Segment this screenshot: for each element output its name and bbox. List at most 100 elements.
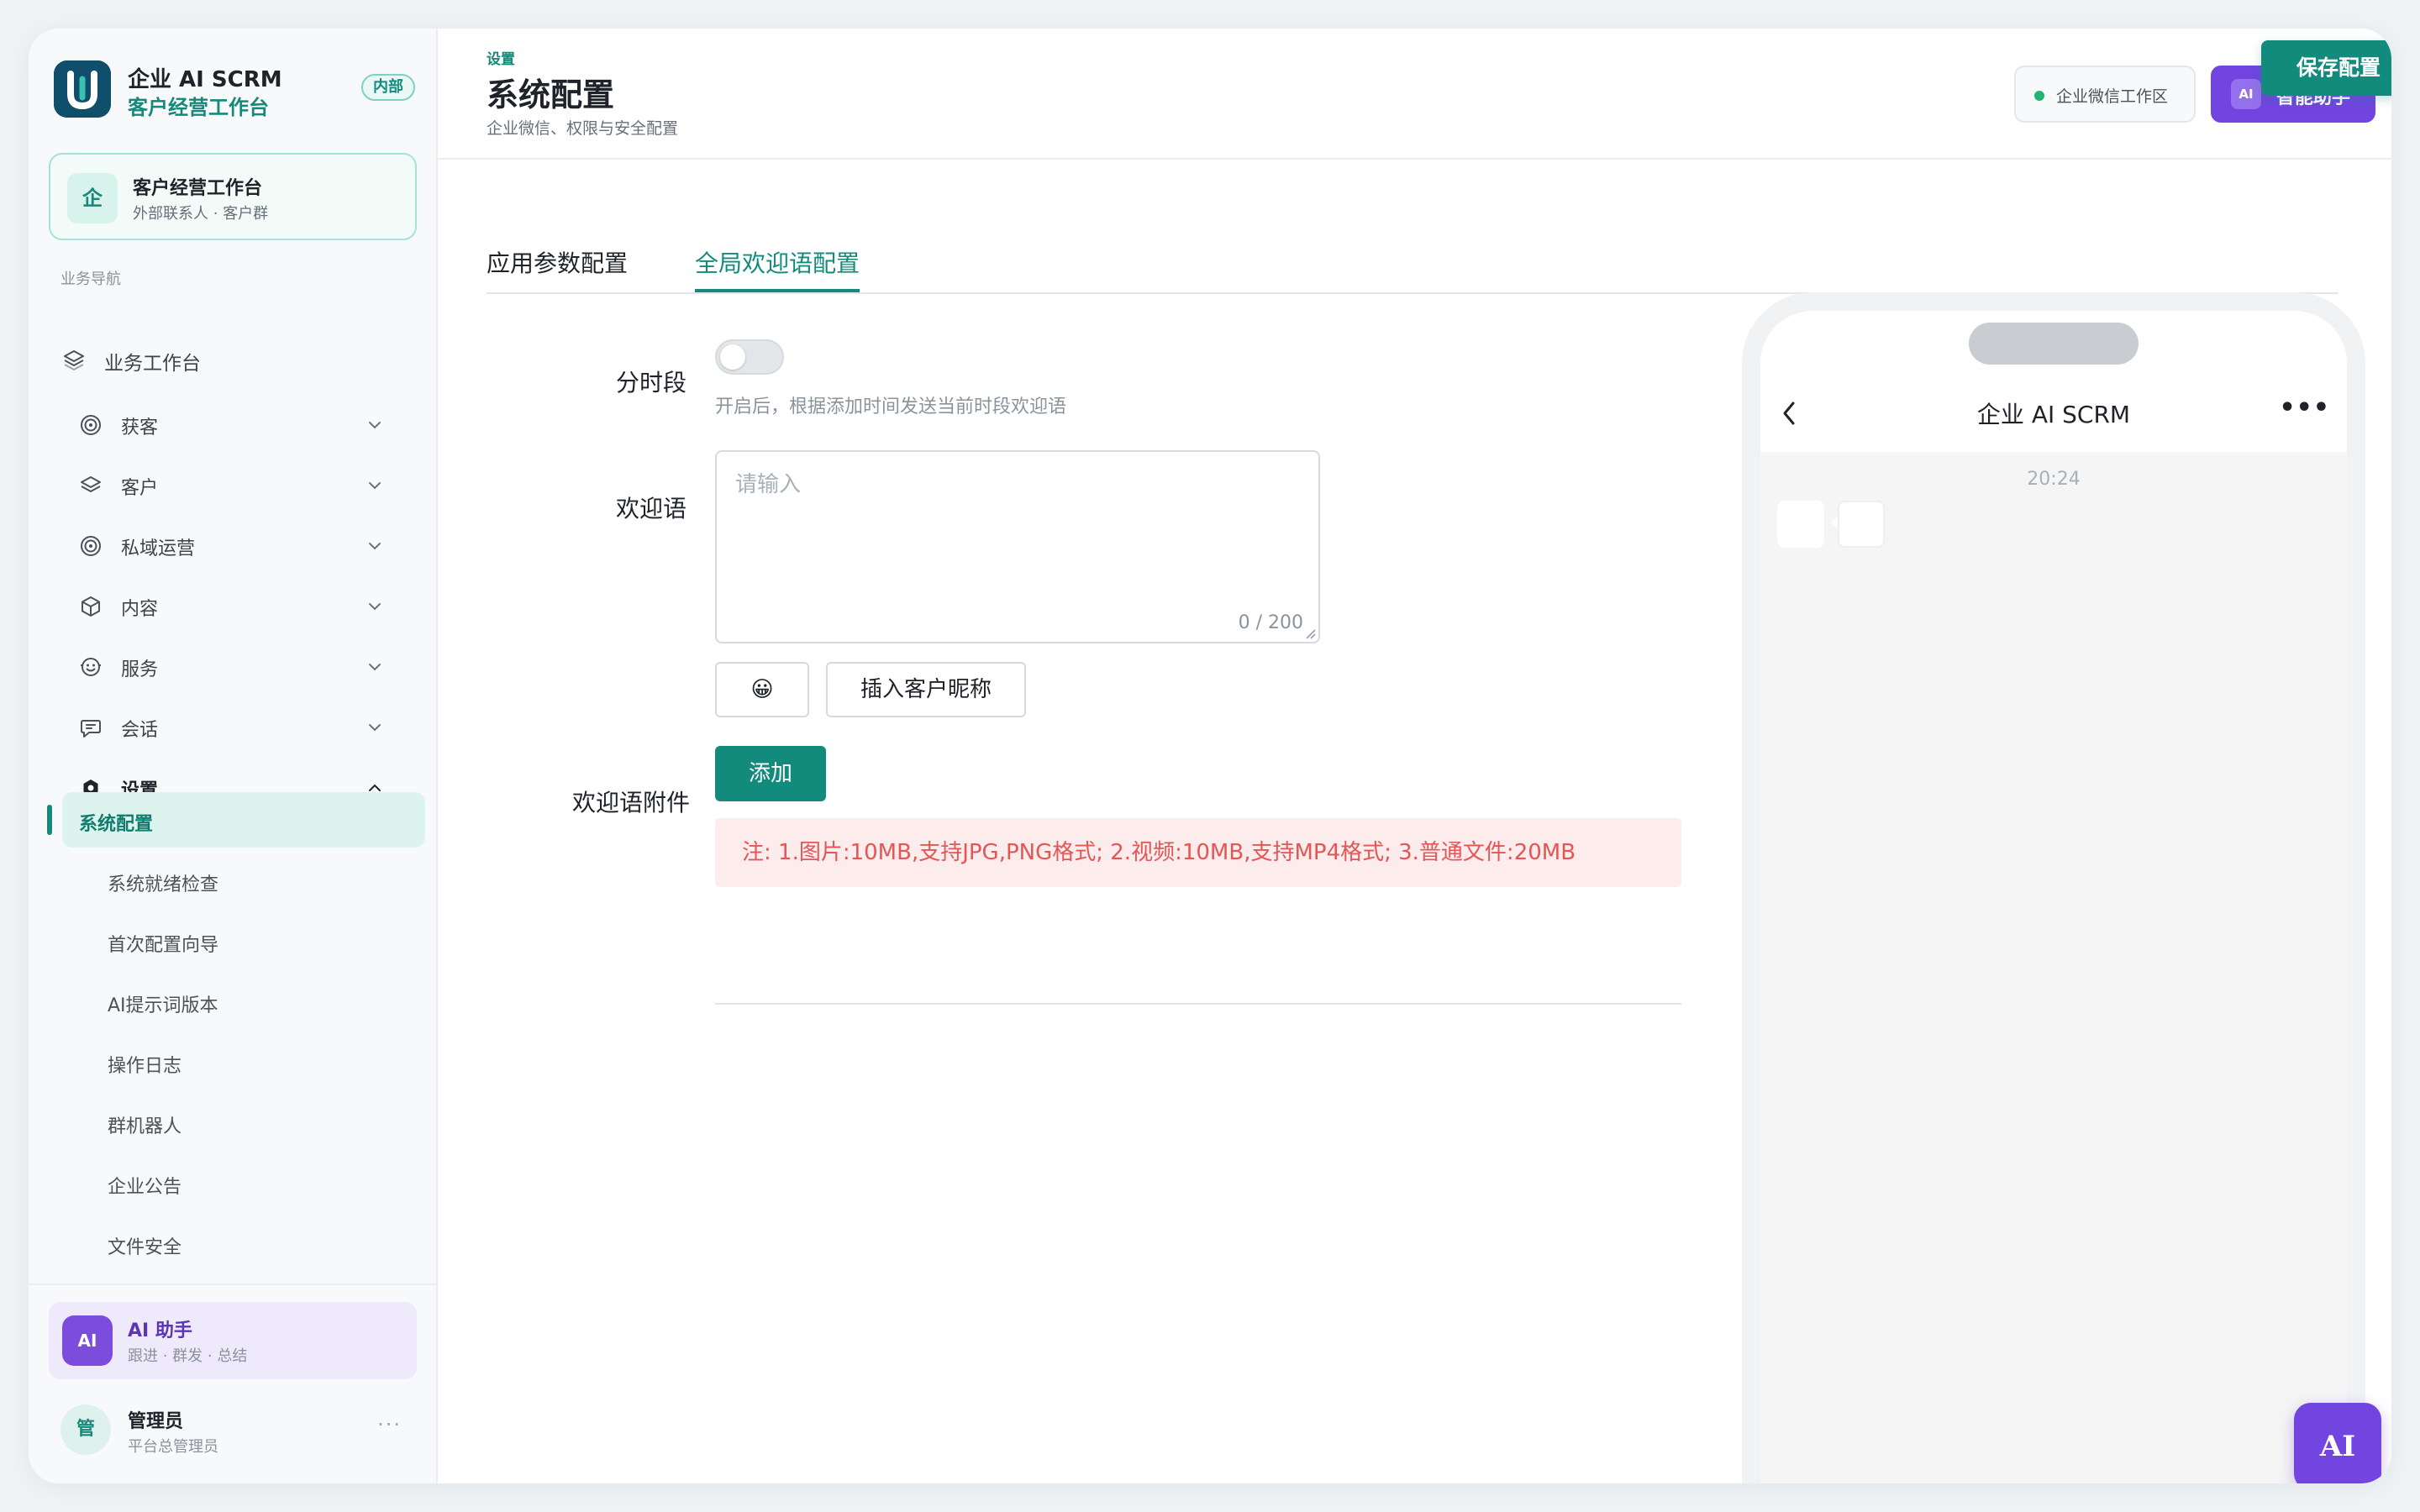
- add-attachment-button[interactable]: 添加: [715, 746, 826, 801]
- save-config-button[interactable]: 保存配置: [2261, 40, 2391, 96]
- emoji-button[interactable]: 😀: [715, 662, 809, 717]
- time-split-hint: 开启后，根据添加时间发送当前时段欢迎语: [715, 396, 1067, 417]
- cube-icon: [82, 596, 100, 617]
- workspace-card[interactable]: 企 客户经营工作台 外部联系人 · 客户群: [49, 153, 417, 240]
- nav-item-label: 服务: [121, 659, 159, 680]
- brand-title: 企业 AI SCRM: [128, 67, 282, 92]
- subnav-item-label: AI提示词版本: [108, 995, 218, 1016]
- insert-nickname-button[interactable]: 插入客户昵称: [826, 662, 1026, 717]
- page-header: 设置 系统配置 企业微信、权限与安全配置 企业微信工作区 AI 智能助手 保存配…: [438, 29, 2391, 160]
- more-icon[interactable]: •••: [2279, 393, 2330, 423]
- page-title: 系统配置: [487, 76, 615, 113]
- nav-item-service[interactable]: 服务: [62, 643, 415, 690]
- toggle-knob: [720, 344, 745, 370]
- ai-card-title: AI 助手: [128, 1320, 192, 1341]
- subnav-item-label: 首次配置向导: [108, 935, 219, 956]
- phone-preview: 企业 AI SCRM ••• 20:24: [1742, 292, 2365, 1483]
- ai-icon: AI: [2231, 79, 2261, 109]
- nav-item-label: 业务工作台: [104, 353, 201, 375]
- subnav-item-system-config[interactable]: 系统配置: [62, 792, 425, 848]
- subnav-item-announcements[interactable]: 企业公告: [62, 1155, 425, 1210]
- nav-item-label: 客户: [121, 478, 159, 499]
- avatar: 管: [60, 1404, 111, 1455]
- welcome-label: 欢迎语: [615, 495, 687, 522]
- smile-icon: [81, 658, 101, 676]
- char-counter: 0 / 200: [1238, 612, 1303, 633]
- subnav-item-file-security[interactable]: 文件安全: [62, 1215, 425, 1271]
- welcome-textarea[interactable]: 请输入 0 / 200: [715, 450, 1320, 643]
- nav-item-conversation[interactable]: 会话: [62, 704, 415, 751]
- nav-caption: 业务导航: [60, 270, 121, 288]
- workspace-pill-label: 企业微信工作区: [2056, 87, 2169, 106]
- chevron-down-icon: [369, 482, 381, 490]
- user-profile[interactable]: 管 管理员 平台总管理员 ···: [49, 1394, 417, 1462]
- chat-avatar: [1777, 501, 1824, 548]
- ai-assistant-card[interactable]: AI AI 助手 跟进 · 群发 · 总结: [49, 1302, 417, 1379]
- target-icon: [81, 536, 101, 556]
- tab-app-params[interactable]: 应用参数配置: [487, 245, 628, 292]
- chevron-down-icon: [369, 664, 381, 671]
- main-content: 设置 系统配置 企业微信、权限与安全配置 企业微信工作区 AI 智能助手 保存配…: [438, 29, 2391, 1483]
- tab-welcome-message[interactable]: 全局欢迎语配置: [695, 245, 860, 292]
- chevron-down-icon: [369, 543, 381, 550]
- form-divider: [715, 1003, 1681, 1005]
- chevron-down-icon: [369, 724, 381, 732]
- chat-timestamp: 20:24: [2027, 469, 2081, 490]
- layers-icon: [81, 476, 101, 492]
- subnav-item-operation-log[interactable]: 操作日志: [62, 1034, 425, 1089]
- phone-chat-header: 企业 AI SCRM •••: [1760, 375, 2347, 452]
- nav-item-label: 会话: [121, 720, 159, 741]
- status-dot-icon: [2034, 91, 2044, 101]
- internal-badge: 内部: [361, 74, 415, 101]
- app-window: 企业 AI SCRM 客户经营工作台 内部 企 客户经营工作台 外部联系人 · …: [29, 29, 2391, 1483]
- sidebar: 企业 AI SCRM 客户经营工作台 内部 企 客户经营工作台 外部联系人 · …: [29, 29, 438, 1483]
- subnav-item-label: 文件安全: [108, 1237, 182, 1258]
- subnav-item-label: 企业公告: [108, 1177, 182, 1198]
- chat-bubble: [1838, 501, 1885, 548]
- brand-subtitle: 客户经营工作台: [128, 96, 269, 119]
- subnav-item-readiness-check[interactable]: 系统就绪检查: [62, 853, 425, 908]
- user-role: 平台总管理员: [128, 1438, 218, 1456]
- target-icon: [81, 415, 101, 435]
- nav-item-label: 内容: [121, 599, 159, 620]
- subnav-item-group-robot[interactable]: 群机器人: [62, 1095, 425, 1150]
- nav-item-acquisition[interactable]: 获客: [62, 402, 415, 449]
- phone-chat-body: 20:24: [1760, 452, 2347, 1483]
- ai-icon: AI: [62, 1315, 113, 1366]
- more-icon[interactable]: ···: [377, 1413, 402, 1436]
- resize-grip-icon[interactable]: [1303, 627, 1317, 640]
- ai-floating-button[interactable]: AI: [2294, 1403, 2381, 1483]
- active-indicator: [47, 805, 52, 835]
- nav-item-customer[interactable]: 客户: [62, 462, 415, 509]
- subnav-item-label: 系统就绪检查: [108, 874, 219, 895]
- chevron-down-icon: [369, 422, 381, 429]
- attachment-note: 注: 1.图片:10MB,支持JPG,PNG格式; 2.视频:10MB,支持MP…: [715, 818, 1681, 887]
- phone-notch: [1969, 323, 2139, 365]
- nav-item-content[interactable]: 内容: [62, 583, 415, 630]
- user-name: 管理员: [128, 1411, 184, 1432]
- subnav-item-label: 操作日志: [108, 1056, 182, 1077]
- workspace-subtitle: 外部联系人 · 客户群: [133, 205, 269, 223]
- phone-chat-title: 企业 AI SCRM: [1976, 401, 2131, 428]
- nav-item-workbench[interactable]: 业务工作台: [62, 336, 415, 383]
- page-subtitle: 企业微信、权限与安全配置: [487, 119, 679, 138]
- subnav-item-setup-wizard[interactable]: 首次配置向导: [62, 913, 425, 969]
- subnav-item-ai-prompt-versions[interactable]: AI提示词版本: [62, 974, 425, 1029]
- nav-item-label: 获客: [121, 417, 159, 438]
- workspace-title: 客户经营工作台: [133, 178, 263, 199]
- time-split-toggle[interactable]: [715, 339, 784, 375]
- welcome-placeholder: 请输入: [735, 472, 802, 497]
- subnav-item-label: 系统配置: [79, 814, 154, 835]
- layers-icon: [64, 350, 84, 370]
- nav-item-label: 私域运营: [121, 538, 196, 559]
- time-split-label: 分时段: [615, 369, 687, 396]
- tab-bar: 应用参数配置 全局欢迎语配置: [487, 217, 2338, 294]
- attachment-label: 欢迎语附件: [571, 789, 690, 816]
- nav-item-private-ops[interactable]: 私域运营: [62, 522, 415, 570]
- sidebar-divider: [29, 1284, 438, 1285]
- chat-icon: [81, 720, 101, 738]
- workspace-status-pill[interactable]: 企业微信工作区: [2014, 66, 2196, 123]
- breadcrumb[interactable]: 设置: [487, 47, 515, 68]
- brand-logo-icon: [54, 60, 111, 118]
- subnav-item-label: 群机器人: [108, 1116, 182, 1137]
